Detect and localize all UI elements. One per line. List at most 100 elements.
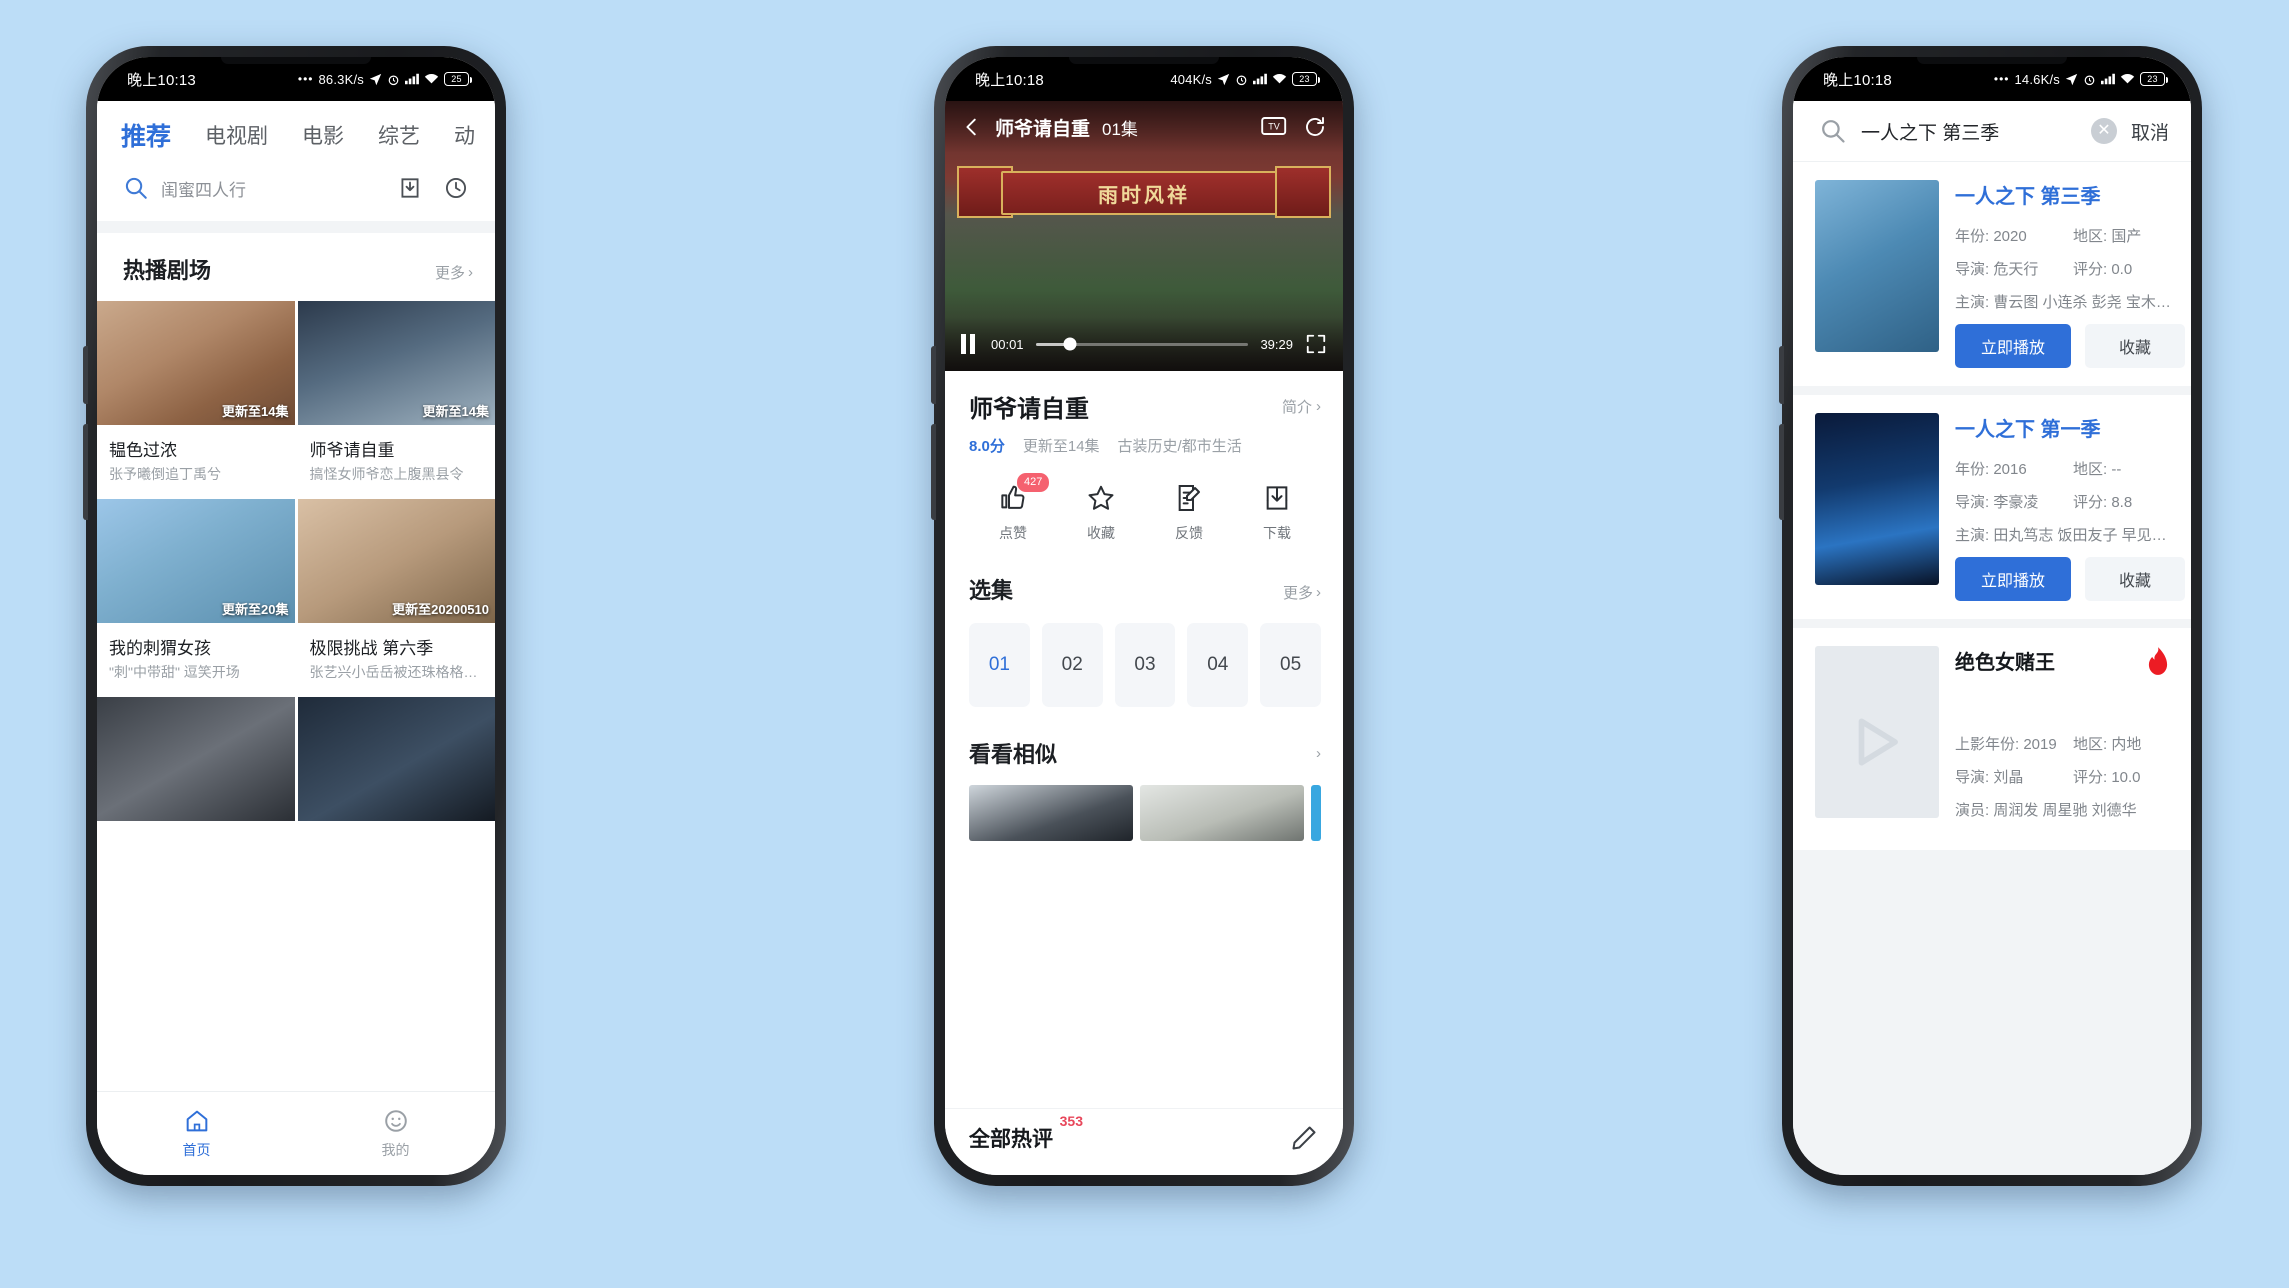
video-player[interactable]: 师爷请自重 01集 TV 00:01 [945, 101, 1343, 371]
card-thumbnail [97, 697, 295, 821]
chevron-right-icon: › [1316, 744, 1321, 762]
search-input[interactable]: 一人之下 第三季 [1861, 118, 2077, 145]
result-region: 地区: -- [2073, 461, 2122, 478]
episodes-more-link[interactable]: 更多 › [1283, 582, 1321, 603]
result-title[interactable]: 一人之下 第一季 [1955, 413, 2171, 442]
similar-thumb[interactable] [1140, 785, 1304, 841]
tab-variety[interactable]: 综艺 [378, 120, 420, 150]
card-badge: 更新至20200510 [392, 602, 489, 617]
card-thumbnail: 更新至14集 [297, 301, 495, 425]
search-result-item[interactable]: 一人之下 第三季 年份: 2020 地区: 国产 导演: 危天行 评分: 0.0… [1793, 162, 2191, 395]
current-time: 00:01 [991, 336, 1024, 352]
similar-thumb[interactable] [969, 785, 1133, 841]
back-chevron-icon[interactable] [961, 116, 983, 138]
download-icon [1261, 482, 1293, 514]
favorite-button[interactable]: 收藏 [2085, 557, 2186, 601]
section-more-link[interactable]: 更多 › [435, 262, 473, 283]
action-download[interactable]: 下载 [1233, 482, 1321, 543]
action-like[interactable]: 427 点赞 [969, 473, 1057, 543]
content-card[interactable]: 更新至20集 我的刺猬女孩 "刺"中带甜" 逗笑开场 [97, 499, 295, 694]
action-label: 收藏 [1087, 525, 1115, 541]
search-result-item[interactable]: 绝色女赌王 上影年份: 2019 地区: 内地 导演: 刘晶 评分: 10.0 [1793, 628, 2191, 859]
content-card[interactable]: 更新至14集 韫色过浓 张予曦倒追丁禹兮 [97, 301, 295, 496]
card-badge: 更新至14集 [422, 404, 489, 419]
action-favorite[interactable]: 收藏 [1057, 482, 1145, 543]
hot-section-header: 热播剧场 更多 › [97, 233, 495, 301]
action-feedback[interactable]: 反馈 [1145, 482, 1233, 543]
play-now-button[interactable]: 立即播放 [1955, 557, 2072, 601]
tab-recommend[interactable]: 推荐 [121, 117, 171, 153]
search-row[interactable]: 闺蜜四人行 [97, 165, 495, 221]
result-director: 导演: 李豪凌 [1955, 494, 2039, 511]
similar-header[interactable]: 看看相似 › [969, 715, 1321, 769]
cancel-button[interactable]: 取消 [2131, 118, 2169, 145]
result-poster[interactable] [1815, 646, 1939, 818]
brief-link[interactable]: 简介 › [1282, 396, 1321, 417]
phone-3-search: 晚上10:18 ••• 14.6K/s 23 一人之下 第三季 ✕ 取消 一人之… [1779, 46, 2202, 1186]
network-speed: 404K/s [1170, 71, 1212, 87]
episode-button[interactable]: 05 [1260, 623, 1321, 707]
status-icons: ••• 14.6K/s 23 [1994, 72, 2168, 87]
episodes-title: 选集 [969, 578, 1014, 603]
episode-button[interactable]: 01 [969, 623, 1030, 707]
wifi-icon [1272, 73, 1287, 85]
result-poster[interactable] [1815, 413, 1939, 585]
detail-meta: 8.0分 更新至14集 古装历史/都市生活 [969, 435, 1321, 456]
nav-item-mine[interactable]: 我的 [296, 1107, 495, 1160]
pause-icon[interactable] [961, 334, 979, 354]
comments-bar: 全部热评 353 [945, 1108, 1343, 1175]
episode-button[interactable]: 04 [1187, 623, 1249, 707]
result-poster[interactable] [1815, 180, 1939, 352]
history-icon[interactable] [439, 171, 473, 205]
detail-title-row: 师爷请自重 简介 › [969, 389, 1321, 424]
phone-1-screen: 晚上10:13 ••• 86.3K/s 25 推荐 电视剧 电影 综艺 动 闺蜜… [97, 57, 495, 1175]
progress-scrubber[interactable] [1035, 337, 1249, 351]
video-detail: 师爷请自重 简介 › 8.0分 更新至14集 古装历史/都市生活 427 点赞 … [945, 371, 1343, 841]
download-icon[interactable] [393, 171, 427, 205]
fullscreen-icon[interactable] [1305, 333, 1327, 355]
pencil-icon[interactable] [1289, 1123, 1319, 1153]
refresh-icon[interactable] [1303, 115, 1327, 139]
result-title[interactable]: 一人之下 第三季 [1955, 180, 2171, 209]
alarm-icon [2083, 73, 2096, 86]
nav-item-home[interactable]: 首页 [97, 1107, 296, 1160]
search-result-item[interactable]: 一人之下 第一季 年份: 2016 地区: -- 导演: 李豪凌 评分: 8.8… [1793, 395, 2191, 628]
phone-3-screen: 晚上10:18 ••• 14.6K/s 23 一人之下 第三季 ✕ 取消 一人之… [1793, 57, 2191, 1175]
card-badge: 更新至20集 [222, 602, 289, 617]
result-buttons: 立即播放 收藏 [1955, 324, 2186, 368]
search-input[interactable]: 闺蜜四人行 [161, 176, 381, 201]
wifi-icon [424, 73, 439, 85]
player-top-bar: 师爷请自重 01集 TV [945, 101, 1343, 153]
similar-row[interactable] [969, 785, 1321, 841]
content-card[interactable]: 更新至20200510 极限挑战 第六季 张艺兴小岳岳被还珠格格… [297, 499, 495, 694]
episode-button[interactable]: 03 [1114, 623, 1176, 707]
result-buttons: 立即播放 收藏 [1955, 557, 2186, 601]
cellular-icon [405, 73, 419, 85]
episode-button[interactable]: 02 [1041, 623, 1103, 707]
favorite-button[interactable]: 收藏 [2085, 324, 2186, 368]
nav-label-home: 首页 [182, 1142, 211, 1158]
tab-movies[interactable]: 电影 [302, 120, 344, 150]
scrubber-knob[interactable] [1063, 337, 1077, 351]
result-cast: 主演: 田丸笃志 饭田友子 早见沙… [1955, 527, 2171, 544]
tab-tvseries[interactable]: 电视剧 [205, 120, 268, 150]
play-now-button[interactable]: 立即播放 [1955, 324, 2072, 368]
wifi-icon [2120, 73, 2135, 85]
search-bar[interactable]: 一人之下 第三季 ✕ 取消 [1793, 101, 2191, 162]
comments-title[interactable]: 全部热评 353 [969, 1113, 1083, 1153]
cast-tv-icon[interactable]: TV [1261, 115, 1287, 139]
tab-anime[interactable]: 动 [454, 120, 475, 150]
similar-thumb[interactable] [1311, 785, 1321, 841]
player-episode: 01集 [1102, 119, 1138, 139]
result-title[interactable]: 绝色女赌王 [1955, 646, 2055, 675]
status-icons: 404K/s 23 [1170, 71, 1320, 87]
content-card[interactable] [297, 697, 495, 821]
clear-circle-icon[interactable]: ✕ [2090, 118, 2117, 144]
player-title: 师爷请自重 [995, 118, 1091, 140]
detail-update: 更新至14集 [1022, 438, 1100, 455]
flame-icon [2145, 646, 2171, 676]
content-card[interactable]: 更新至14集 师爷请自重 搞怪女师爷恋上腹黑县令 [297, 301, 495, 496]
notch [221, 57, 371, 64]
card-thumbnail [297, 697, 495, 821]
content-card[interactable] [97, 697, 295, 821]
